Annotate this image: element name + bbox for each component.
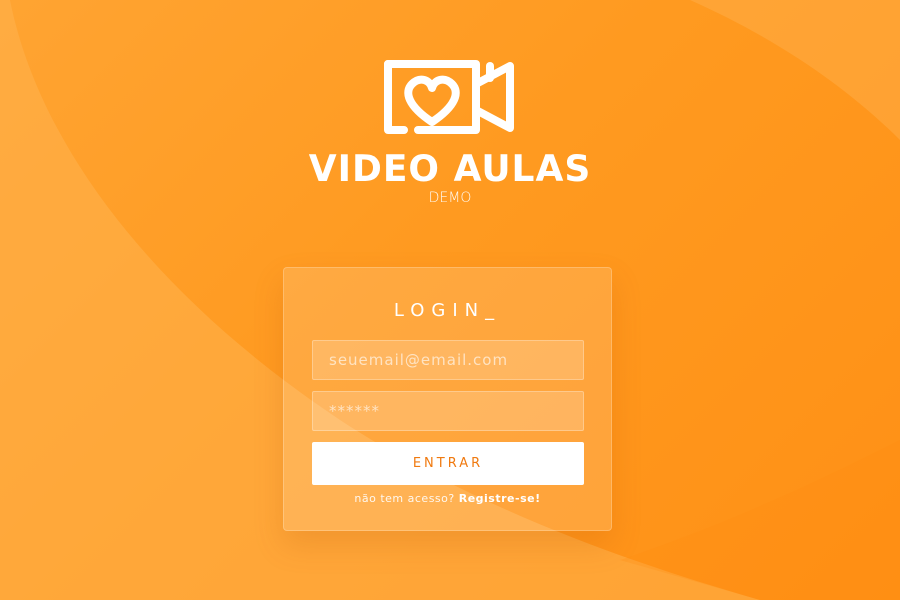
video-camera-heart-icon	[384, 60, 514, 134]
login-title: LOGIN_	[393, 300, 502, 321]
email-input[interactable]	[312, 340, 584, 380]
register-prefix-text: não tem acesso?	[354, 492, 455, 505]
brand-logo: VIDEO AULAS DEMO	[0, 56, 900, 206]
login-card: LOGIN_ ENTRAR não tem acesso? Registre-s…	[283, 267, 612, 531]
password-input[interactable]	[312, 391, 584, 431]
login-button[interactable]: ENTRAR	[312, 442, 584, 485]
register-link[interactable]: Registre-se!	[459, 492, 541, 505]
brand-subtitle: DEMO	[428, 190, 472, 206]
brand-title: VIDEO AULAS	[308, 148, 592, 191]
register-prompt: não tem acesso? Registre-se!	[284, 492, 611, 505]
